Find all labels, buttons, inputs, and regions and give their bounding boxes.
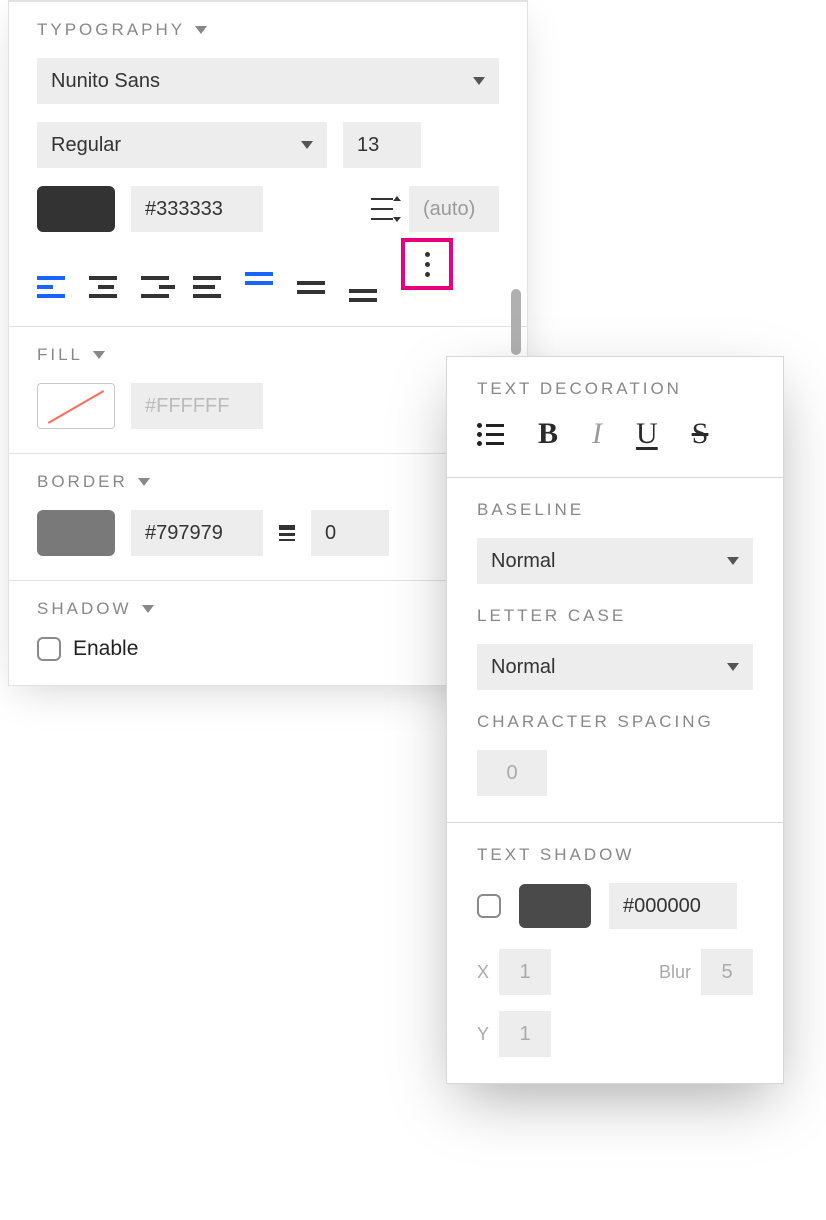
border-header[interactable]: BORDER	[37, 472, 499, 492]
border-color-hex-input[interactable]: #797979	[131, 510, 263, 556]
text-shadow-enable-checkbox[interactable]	[477, 894, 501, 918]
character-spacing-value: 0	[506, 762, 517, 785]
border-color-swatch[interactable]	[37, 510, 115, 556]
chevron-down-icon	[195, 26, 207, 34]
valign-bottom-button[interactable]	[349, 272, 383, 302]
text-shadow-title: TEXT SHADOW	[477, 845, 753, 865]
font-family-value: Nunito Sans	[51, 70, 160, 93]
text-shadow-hex-input[interactable]: #000000	[609, 883, 737, 929]
fill-header[interactable]: FILL	[37, 345, 499, 365]
text-color-swatch[interactable]	[37, 186, 115, 232]
fill-color-swatch[interactable]	[37, 383, 115, 429]
shadow-header[interactable]: SHADOW	[37, 599, 499, 619]
letter-case-select[interactable]: Normal	[477, 644, 753, 690]
typography-section: TYPOGRAPHY Nunito Sans Regular 13 #33333…	[9, 1, 527, 326]
baseline-value: Normal	[491, 550, 555, 573]
list-style-button[interactable]	[477, 423, 504, 446]
more-options-button[interactable]	[401, 238, 453, 290]
letter-case-title: LETTER CASE	[477, 606, 753, 626]
align-left-button[interactable]	[37, 272, 71, 302]
text-decoration-title: TEXT DECORATION	[477, 379, 753, 399]
text-shadow-color-swatch[interactable]	[519, 884, 591, 928]
valign-middle-button[interactable]	[297, 272, 331, 302]
alignment-toolbar	[37, 250, 499, 302]
chevron-down-icon	[138, 478, 150, 486]
font-size-value: 13	[357, 134, 379, 157]
ts-y-label: Y	[477, 1024, 489, 1045]
font-family-select[interactable]: Nunito Sans	[37, 58, 499, 104]
fill-title: FILL	[37, 345, 83, 365]
align-right-button[interactable]	[141, 272, 175, 302]
chevron-down-icon	[473, 77, 485, 85]
typography-title: TYPOGRAPHY	[37, 20, 185, 40]
shadow-enable-label: Enable	[73, 637, 138, 661]
chevron-down-icon	[301, 141, 313, 149]
chevron-down-icon	[727, 663, 739, 671]
shadow-enable-row[interactable]: Enable	[37, 637, 499, 661]
align-center-button[interactable]	[89, 272, 123, 302]
border-title: BORDER	[37, 472, 128, 492]
ts-blur-value: 5	[721, 961, 732, 984]
baseline-lettercase-spacing-section: BASELINE Normal LETTER CASE Normal CHARA…	[447, 477, 783, 822]
text-shadow-hex: #000000	[623, 895, 701, 918]
font-weight-select[interactable]: Regular	[37, 122, 327, 168]
border-width-input[interactable]: 0	[311, 510, 389, 556]
text-color-hex: #333333	[145, 198, 223, 221]
ts-blur-label: Blur	[659, 962, 691, 983]
baseline-select[interactable]: Normal	[477, 538, 753, 584]
border-width-value: 0	[325, 522, 336, 545]
chevron-down-icon	[727, 557, 739, 565]
ts-x-label: X	[477, 962, 489, 983]
strikethrough-button[interactable]: S	[692, 417, 709, 451]
character-spacing-input[interactable]: 0	[477, 750, 547, 796]
character-spacing-title: CHARACTER SPACING	[477, 712, 753, 732]
text-options-popover: TEXT DECORATION B I U S BASELINE Normal …	[446, 356, 784, 1084]
text-color-hex-input[interactable]: #333333	[131, 186, 263, 232]
chevron-down-icon	[142, 605, 154, 613]
shadow-title: SHADOW	[37, 599, 132, 619]
border-width-icon	[279, 525, 295, 541]
bold-button[interactable]: B	[538, 417, 558, 451]
valign-top-button[interactable]	[245, 272, 279, 302]
ts-y-value: 1	[519, 1023, 530, 1046]
fill-color-hex-input[interactable]: #FFFFFF	[131, 383, 263, 429]
text-decoration-section: TEXT DECORATION B I U S	[447, 357, 783, 477]
ts-x-input[interactable]: 1	[499, 949, 551, 995]
ts-x-value: 1	[519, 961, 530, 984]
ts-y-input[interactable]: 1	[499, 1011, 551, 1057]
font-size-input[interactable]: 13	[343, 122, 421, 168]
line-height-input[interactable]: (auto)	[409, 186, 499, 232]
align-justify-button[interactable]	[193, 272, 227, 302]
font-weight-value: Regular	[51, 134, 121, 157]
fill-color-hex: #FFFFFF	[145, 395, 229, 418]
baseline-title: BASELINE	[477, 500, 753, 520]
line-height-value: (auto)	[423, 198, 475, 221]
line-height-icon	[371, 198, 393, 220]
letter-case-value: Normal	[491, 656, 555, 679]
typography-header[interactable]: TYPOGRAPHY	[37, 20, 499, 40]
scrollbar-thumb[interactable]	[511, 289, 521, 355]
shadow-enable-checkbox[interactable]	[37, 637, 61, 661]
chevron-down-icon	[93, 351, 105, 359]
italic-button[interactable]: I	[592, 417, 602, 451]
text-shadow-section: TEXT SHADOW #000000 X 1 Blur 5	[447, 822, 783, 1083]
ts-blur-input[interactable]: 5	[701, 949, 753, 995]
underline-button[interactable]: U	[636, 417, 658, 451]
border-color-hex: #797979	[145, 522, 223, 545]
